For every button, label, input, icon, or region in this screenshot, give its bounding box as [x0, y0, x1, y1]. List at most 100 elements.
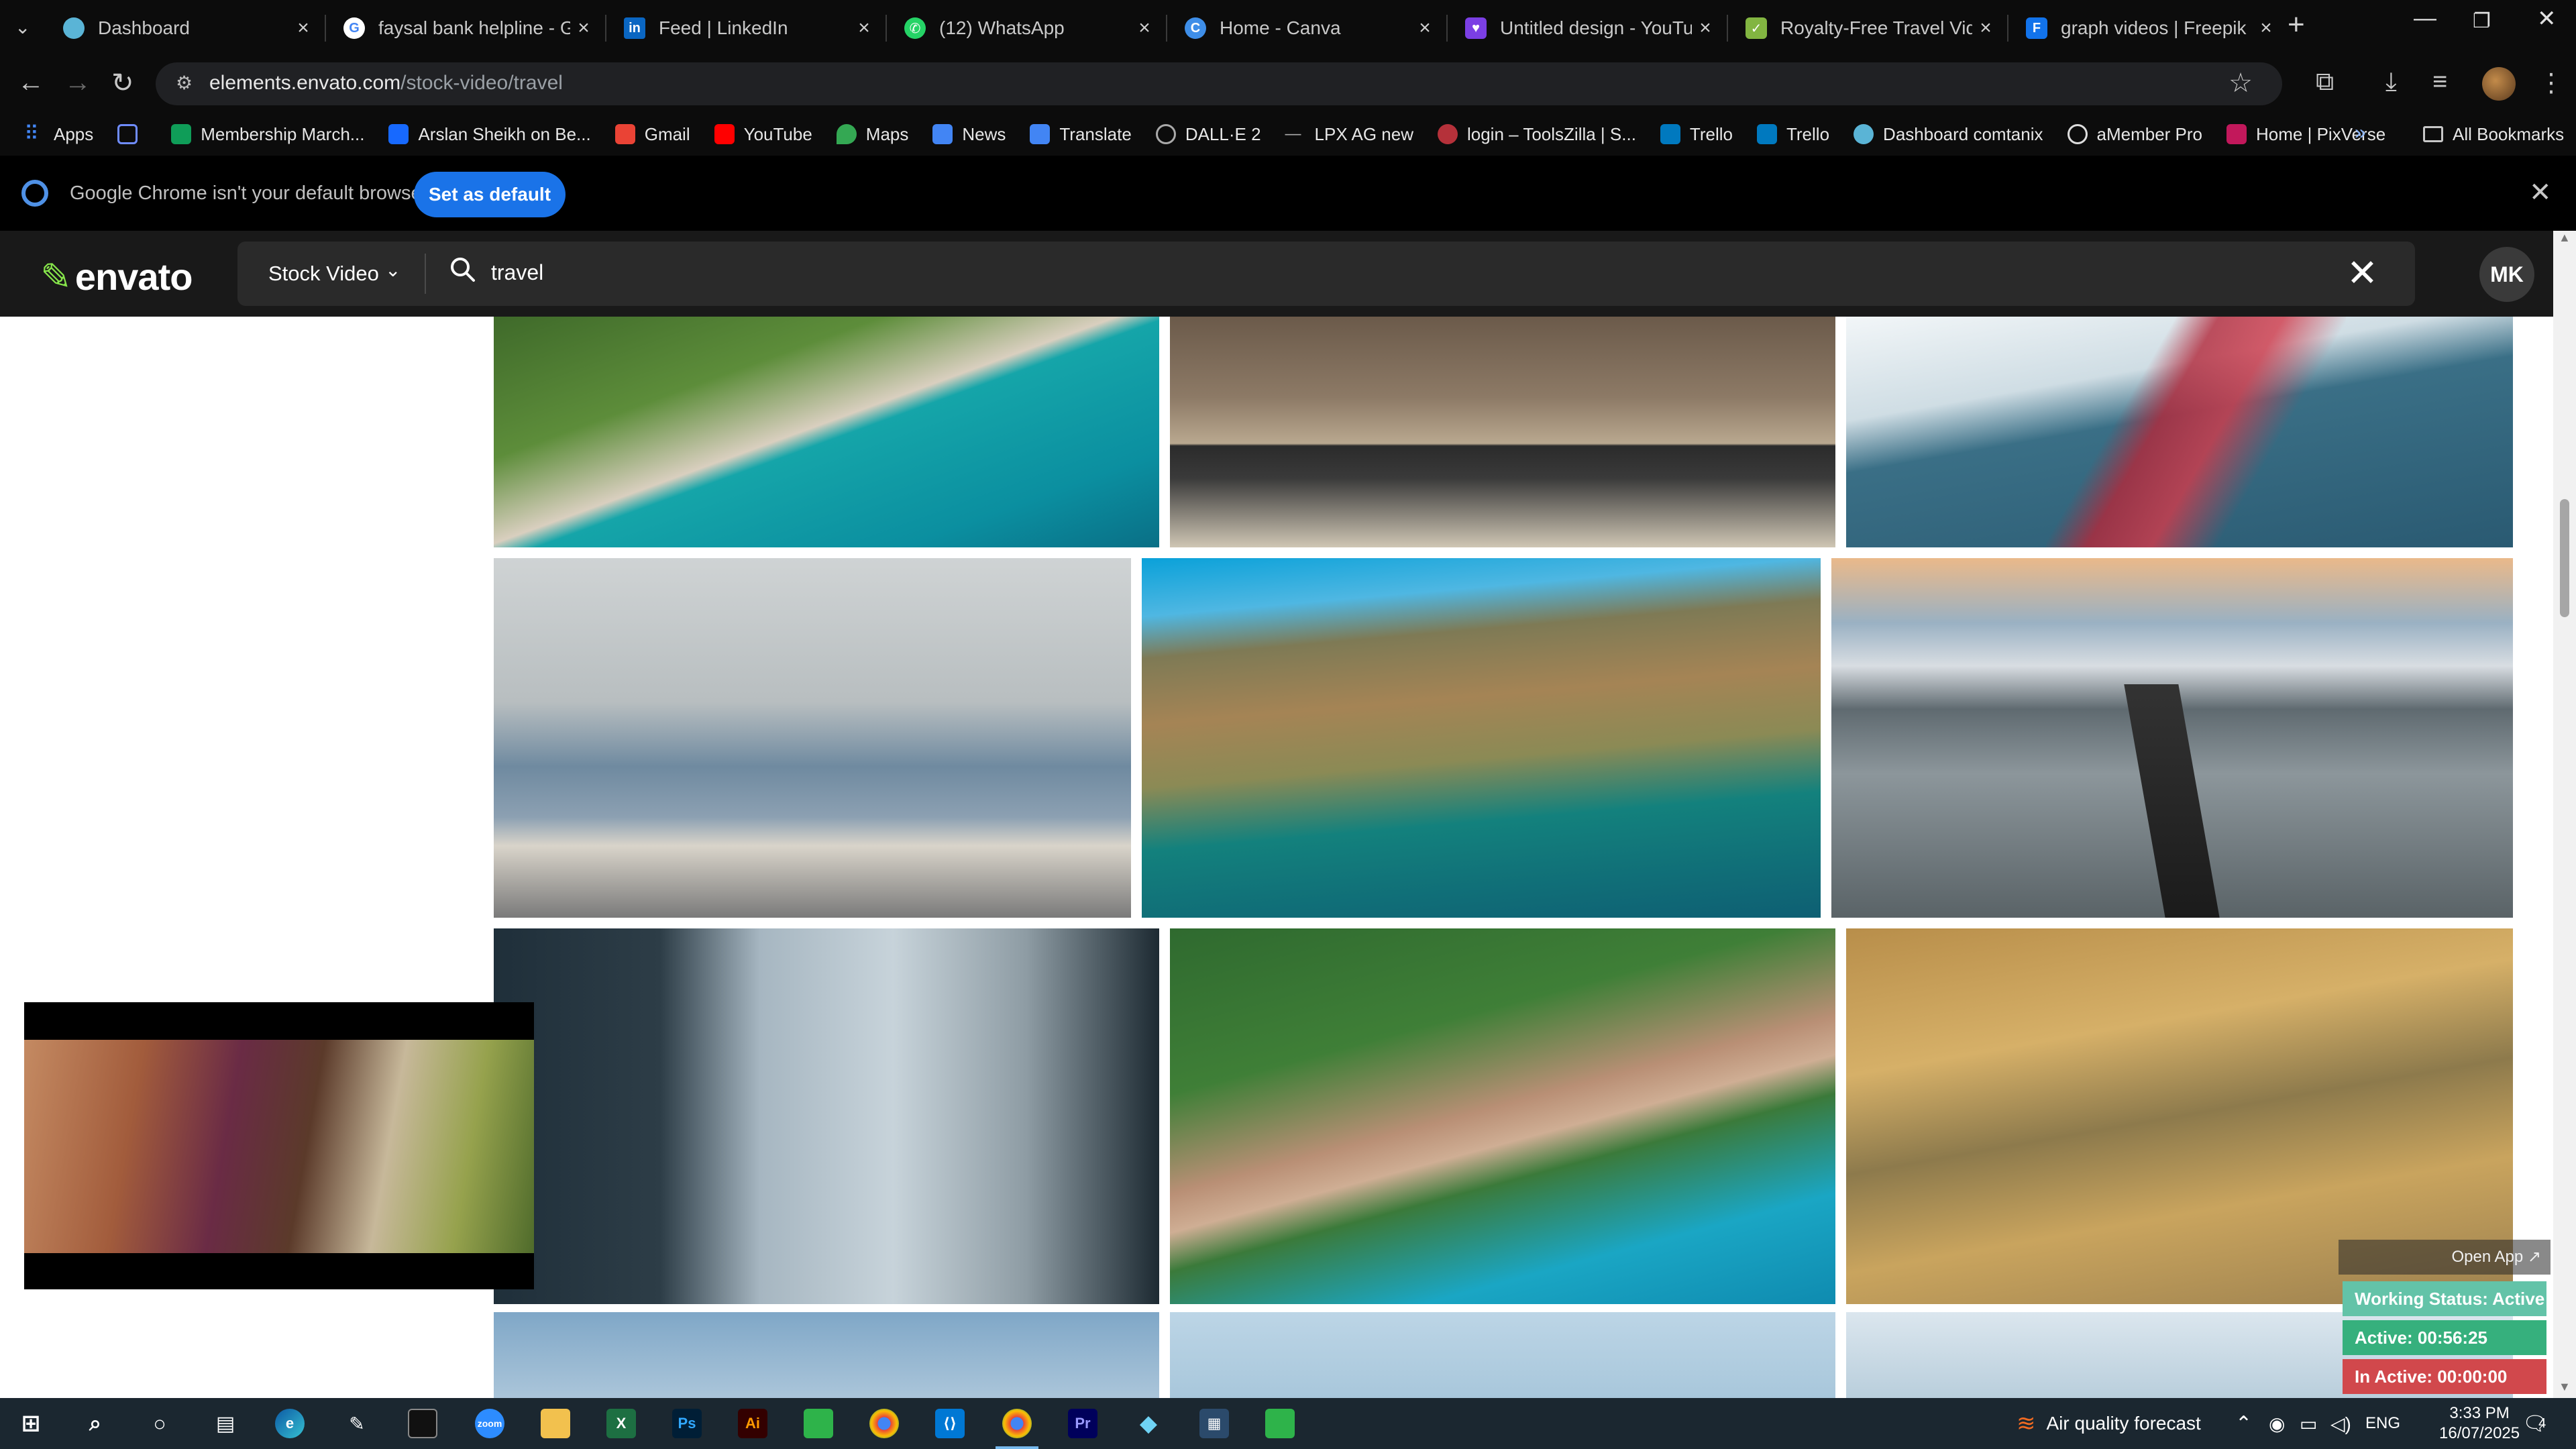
new-tab-button[interactable]: + [2288, 8, 2305, 42]
weather-widget[interactable]: ≋ Air quality forecast [2017, 1398, 2201, 1449]
address-bar[interactable]: ⚙ elements.envato.com/stock-video/travel… [156, 62, 2282, 105]
search-input[interactable]: travel [491, 260, 543, 285]
bookmark-dashboard-comtanix[interactable]: Dashboard comtanix [1854, 124, 2043, 145]
search-icon[interactable]: ⌕ [80, 1409, 110, 1438]
bookmark-trello-1[interactable]: Trello [1660, 124, 1733, 145]
close-icon[interactable]: × [1411, 17, 1438, 40]
excel-icon[interactable]: X [606, 1409, 636, 1438]
site-info-icon[interactable]: ⚙ [176, 72, 200, 96]
tab-dashboard[interactable]: Dashboard × [47, 7, 322, 50]
tray-show-hidden-icon[interactable]: ⌃ [2235, 1398, 2252, 1449]
tab-search-chevron-icon[interactable]: ⌄ [15, 16, 30, 38]
extensions-icon[interactable]: ⧉ [2316, 68, 2334, 97]
forward-arrow-icon[interactable]: → [64, 68, 91, 98]
page-scrollbar[interactable]: ▲ ▼ [2553, 231, 2576, 1398]
app-green-icon[interactable] [804, 1409, 833, 1438]
infobar-close-icon[interactable]: ✕ [2529, 177, 2552, 208]
cortana-icon[interactable]: ○ [145, 1409, 174, 1438]
bookmark-apps[interactable]: ⠿ Apps [24, 124, 93, 145]
bookmark-membership[interactable]: Membership March... [171, 124, 364, 145]
scroll-down-icon[interactable]: ▼ [2559, 1380, 2571, 1394]
video-thumbnail-coastal-highway[interactable] [1142, 558, 1821, 918]
bookmark-translate[interactable]: Translate [1030, 124, 1132, 145]
tab-faysal-bank[interactable]: G faysal bank helpline - Goo × [327, 7, 602, 50]
close-icon[interactable]: × [290, 17, 317, 40]
close-icon[interactable]: × [1692, 17, 1719, 40]
tab-envato-travel[interactable]: ✓ Royalty-Free Travel Video × [1729, 7, 2004, 50]
scrollbar-thumb[interactable] [2560, 499, 2569, 617]
bookmark-star-icon[interactable]: ☆ [2229, 68, 2253, 99]
file-explorer-icon[interactable] [541, 1409, 570, 1438]
volume-icon[interactable]: ◁) [2330, 1398, 2351, 1449]
bookmark-maps[interactable]: Maps [836, 124, 908, 145]
back-arrow-icon[interactable]: ← [17, 68, 44, 98]
video-thumbnail-couple-laptop[interactable] [1170, 317, 1835, 547]
video-thumbnail-snowy-road[interactable] [1831, 558, 2513, 918]
chrome-icon[interactable] [869, 1409, 899, 1438]
media-controls-icon[interactable]: ≡ [2432, 68, 2447, 97]
close-icon[interactable]: × [2253, 17, 2279, 40]
bookmark-dalle[interactable]: DALL·E 2 [1155, 124, 1261, 145]
close-icon[interactable]: × [1972, 17, 1999, 40]
vscode-icon[interactable]: ⟨⟩ [935, 1409, 965, 1438]
bookmark-youtube[interactable]: YouTube [714, 124, 812, 145]
close-icon[interactable]: × [851, 17, 877, 40]
terminal-icon[interactable] [408, 1409, 437, 1438]
bookmark-amember[interactable]: aMember Pro [2067, 124, 2202, 145]
video-thumbnail-cliff-beach[interactable] [494, 317, 1159, 547]
bookmark-toolszilla[interactable]: login – ToolsZilla | S... [1437, 124, 1636, 145]
chrome-profile-avatar[interactable] [2482, 67, 2516, 101]
category-dropdown[interactable]: Stock Video [268, 262, 379, 286]
tray-app-icon[interactable]: ◉ [2269, 1398, 2285, 1449]
bookmark-news[interactable]: News [932, 124, 1006, 145]
premiere-icon[interactable]: Pr [1068, 1409, 1097, 1438]
bookmark-trello-2[interactable]: Trello [1756, 124, 1829, 145]
minimize-icon[interactable]: — [2414, 5, 2436, 32]
tab-linkedin[interactable]: in Feed | LinkedIn × [608, 7, 883, 50]
video-thumbnail-man-train[interactable] [494, 928, 1159, 1304]
url-text[interactable]: elements.envato.com/stock-video/travel [209, 72, 563, 95]
video-thumbnail-icebreaker[interactable] [1846, 317, 2513, 547]
bookmark-lpx[interactable]: — LPX AG new [1285, 124, 1413, 145]
video-thumbnail-sky-1[interactable] [494, 1312, 1159, 1398]
windows-start-icon[interactable]: ⊞ [16, 1409, 46, 1438]
tab-whatsapp[interactable]: ✆ (12) WhatsApp × [888, 7, 1163, 50]
close-icon[interactable]: × [570, 17, 597, 40]
scroll-up-icon[interactable]: ▲ [2559, 231, 2571, 245]
close-icon[interactable]: × [1131, 17, 1158, 40]
tab-canva[interactable]: C Home - Canva × [1169, 7, 1444, 50]
video-thumbnail-sky-2[interactable] [1170, 1312, 1835, 1398]
pen-tool-icon[interactable]: ✎ [342, 1409, 372, 1438]
clear-search-icon[interactable]: ✕ [2347, 251, 2378, 295]
chrome-menu-icon[interactable]: ⋮ [2538, 68, 2564, 98]
photoshop-icon[interactable]: Ps [672, 1409, 702, 1438]
tab-untitled-design[interactable]: ♥ Untitled design - YouTube × [1449, 7, 1724, 50]
picture-in-picture-player[interactable] [24, 1002, 534, 1289]
pip-video-frame[interactable] [24, 1040, 534, 1253]
more-bookmarks-chevron-icon[interactable]: » [2355, 121, 2366, 144]
language-indicator[interactable]: ENG [2365, 1398, 2400, 1449]
chrome-active-icon[interactable] [1002, 1409, 1032, 1438]
downloads-icon[interactable]: ⤓ [2385, 68, 2397, 97]
restore-icon[interactable]: ❐ [2473, 9, 2491, 33]
set-as-default-button[interactable]: Set as default [414, 172, 566, 217]
taskbar-clock[interactable]: 3:33 PM 16/07/2025 [2439, 1403, 2520, 1444]
edge-icon[interactable]: e [275, 1409, 305, 1438]
network-icon[interactable]: ▭ [2300, 1398, 2317, 1449]
open-app-link[interactable]: Open App ↗ [2339, 1240, 2551, 1275]
bookmark-tab-groups[interactable] [117, 124, 147, 144]
zoom-icon[interactable]: zoom [475, 1409, 504, 1438]
chevron-down-icon[interactable]: ⌄ [385, 259, 400, 281]
reload-icon[interactable]: ↻ [111, 68, 134, 99]
all-bookmarks-button[interactable]: All Bookmarks [2423, 113, 2564, 156]
video-thumbnail-coastal-village[interactable] [1170, 928, 1835, 1304]
calculator-icon[interactable]: ▦ [1199, 1409, 1229, 1438]
user-avatar[interactable]: MK [2479, 247, 2534, 302]
illustrator-icon[interactable]: Ai [738, 1409, 767, 1438]
bookmark-behance[interactable]: Arslan Sheikh on Be... [388, 124, 591, 145]
task-view-icon[interactable]: ▤ [211, 1409, 240, 1438]
envato-logo[interactable]: ✎ envato [40, 255, 193, 299]
video-thumbnail-family-suitcases[interactable] [494, 558, 1131, 918]
tab-freepik[interactable]: F graph videos | Freepik × [2010, 7, 2285, 50]
window-close-icon[interactable]: ✕ [2537, 5, 2557, 32]
